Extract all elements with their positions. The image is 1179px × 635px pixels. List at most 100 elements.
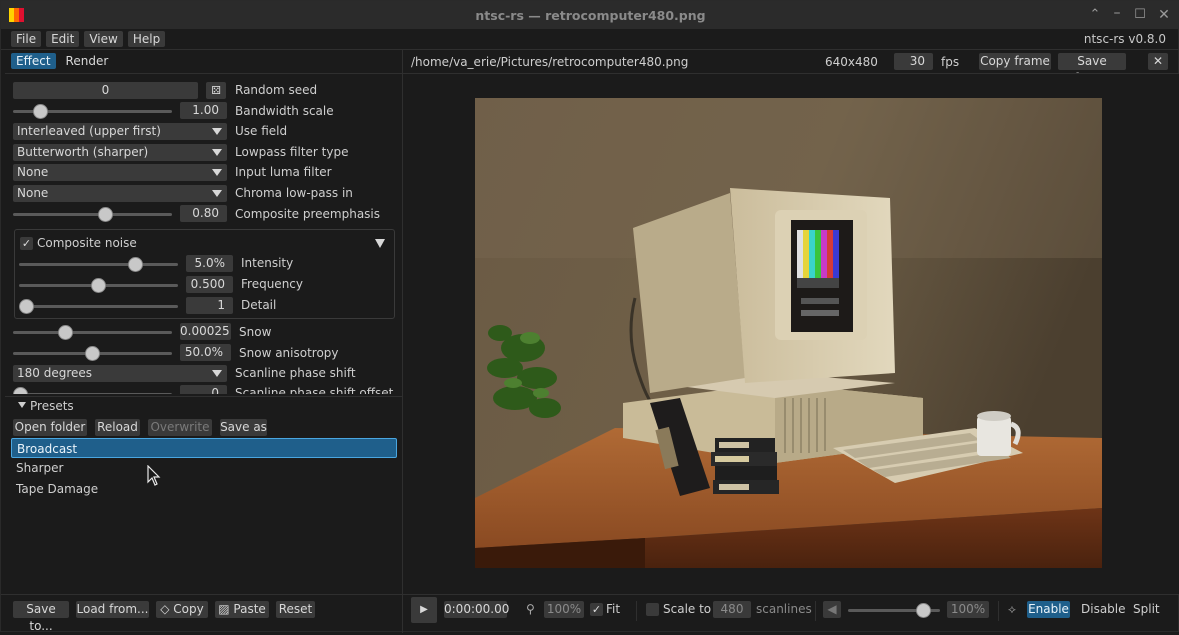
bandwidth-scale-label: Bandwidth scale bbox=[235, 104, 334, 118]
fps-input[interactable]: 30 bbox=[894, 53, 933, 70]
save-to-button[interactable]: Save to... bbox=[13, 601, 69, 633]
intensity-knob[interactable] bbox=[128, 257, 144, 272]
lowpass-filter-select[interactable]: Butterworth (sharper) bbox=[13, 144, 227, 161]
dropdown-arrow-icon bbox=[212, 128, 222, 135]
maximize-icon[interactable]: ☐ bbox=[1132, 6, 1148, 24]
image-resolution: 640x480 bbox=[825, 55, 878, 69]
fps-label: fps bbox=[941, 55, 960, 69]
mouse-cursor-icon bbox=[147, 465, 161, 486]
intensity-value[interactable]: 5.0% bbox=[186, 255, 233, 272]
use-field-select[interactable]: Interleaved (upper first) bbox=[13, 123, 227, 140]
detail-slider[interactable] bbox=[19, 305, 178, 308]
tab-render[interactable]: Render bbox=[61, 53, 114, 69]
scanline-offset-knob[interactable] bbox=[13, 387, 28, 394]
volume-knob[interactable] bbox=[915, 603, 931, 618]
menu-edit[interactable]: Edit bbox=[46, 31, 80, 47]
menu-file[interactable]: File bbox=[11, 31, 42, 47]
composite-preemphasis-knob[interactable] bbox=[97, 207, 113, 222]
preview-image[interactable] bbox=[475, 98, 1102, 568]
dropdown-arrow-icon bbox=[212, 149, 222, 156]
detail-knob[interactable] bbox=[19, 299, 34, 314]
snow-slider[interactable] bbox=[13, 331, 172, 334]
scanline-phase-shift-select[interactable]: 180 degrees bbox=[13, 365, 227, 382]
paste-button[interactable]: ▨ Paste bbox=[215, 601, 269, 618]
composite-preemphasis-slider[interactable] bbox=[13, 213, 172, 216]
presets-divider bbox=[5, 396, 402, 397]
separator bbox=[815, 601, 816, 621]
preset-item-broadcast[interactable]: Broadcast bbox=[11, 438, 397, 458]
presets-expand-icon[interactable] bbox=[18, 402, 26, 408]
collapse-triangle-icon[interactable] bbox=[375, 239, 385, 248]
separator bbox=[636, 601, 637, 621]
dice-icon[interactable]: ⚄ bbox=[206, 82, 226, 99]
title-bar: ntsc-rs — retrocomputer480.png ⌃ – ☐ ✕ bbox=[1, 1, 1179, 29]
chroma-lowpass-value: None bbox=[17, 186, 49, 200]
snow-anisotropy-knob[interactable] bbox=[85, 346, 100, 361]
minimize-up-icon[interactable]: ⌃ bbox=[1087, 6, 1103, 24]
reset-button[interactable]: Reset bbox=[276, 601, 315, 618]
scanline-offset-label: Scanline phase shift offset bbox=[235, 386, 394, 394]
composite-preemphasis-value[interactable]: 0.80 bbox=[180, 205, 227, 222]
composite-noise-label: Composite noise bbox=[37, 236, 137, 250]
scanline-offset-slider[interactable] bbox=[13, 393, 172, 394]
input-luma-filter-select[interactable]: None bbox=[13, 164, 227, 181]
save-as-button[interactable]: Save as bbox=[220, 419, 267, 436]
chroma-lowpass-select[interactable]: None bbox=[13, 185, 227, 202]
panel-tabs: Effect Render bbox=[11, 53, 118, 69]
overwrite-button[interactable]: Overwrite bbox=[148, 419, 212, 436]
reload-button[interactable]: Reload bbox=[95, 419, 140, 436]
use-field-value: Interleaved (upper first) bbox=[17, 124, 161, 138]
tab-effect[interactable]: Effect bbox=[11, 53, 56, 69]
scanline-offset-value[interactable]: 0 bbox=[180, 385, 227, 394]
snow-anisotropy-label: Snow anisotropy bbox=[239, 346, 339, 360]
play-icon[interactable]: ▶ bbox=[411, 597, 437, 623]
timecode-field[interactable]: 0:00:00.00 bbox=[444, 601, 509, 618]
snow-value[interactable]: 0.00025 bbox=[180, 323, 231, 340]
frequency-knob[interactable] bbox=[91, 278, 106, 293]
random-seed-input[interactable]: 0 bbox=[13, 82, 198, 99]
volume-value[interactable]: 100% bbox=[947, 601, 989, 618]
dropdown-arrow-icon bbox=[212, 190, 222, 197]
load-from-button[interactable]: Load from... bbox=[76, 601, 149, 618]
image-info-bar: /home/va_erie/Pictures/retrocomputer480.… bbox=[403, 51, 1179, 85]
effect-toggle-icon: ⟡ bbox=[1008, 602, 1016, 616]
menu-help[interactable]: Help bbox=[127, 31, 166, 47]
detail-value[interactable]: 1 bbox=[186, 297, 233, 314]
bandwidth-scale-knob[interactable] bbox=[33, 104, 49, 119]
intensity-slider[interactable] bbox=[19, 263, 178, 266]
menu-divider bbox=[1, 49, 1179, 50]
minimize-icon[interactable]: – bbox=[1109, 4, 1125, 22]
close-icon[interactable]: ✕ bbox=[1156, 6, 1172, 24]
use-field-label: Use field bbox=[235, 124, 288, 138]
lowpass-filter-value: Butterworth (sharper) bbox=[17, 145, 149, 159]
menu-view[interactable]: View bbox=[84, 31, 123, 47]
fit-checkbox[interactable]: ✓ bbox=[590, 603, 603, 616]
preset-item-tape-damage[interactable]: Tape Damage bbox=[11, 479, 397, 499]
zoom-value[interactable]: 100% bbox=[544, 601, 584, 618]
copy-icon: ◇ bbox=[160, 602, 170, 616]
close-image-icon[interactable]: ✕ bbox=[1148, 53, 1168, 70]
disable-button[interactable]: Disable bbox=[1081, 602, 1126, 616]
snow-knob[interactable] bbox=[57, 325, 73, 340]
scale-value[interactable]: 480 bbox=[713, 601, 751, 618]
save-frame-button[interactable]: Save frame bbox=[1058, 53, 1126, 85]
enable-button[interactable]: Enable bbox=[1027, 601, 1070, 618]
open-folder-button[interactable]: Open folder bbox=[13, 419, 87, 436]
bottom-panel-divider bbox=[402, 595, 403, 633]
scale-to-checkbox[interactable] bbox=[646, 603, 659, 616]
bottom-bar: Save to... Load from... ◇ Copy ▨ Paste R… bbox=[1, 595, 1179, 633]
volume-icon[interactable]: ◀ bbox=[823, 601, 841, 618]
fit-label: Fit bbox=[606, 602, 621, 616]
snow-anisotropy-value[interactable]: 50.0% bbox=[180, 344, 231, 361]
composite-noise-checkbox[interactable]: ✓ bbox=[20, 237, 33, 250]
input-luma-filter-label: Input luma filter bbox=[235, 165, 332, 179]
frequency-value[interactable]: 0.500 bbox=[186, 276, 233, 293]
scanline-phase-shift-value: 180 degrees bbox=[17, 366, 93, 380]
presets-header[interactable]: Presets bbox=[30, 399, 74, 413]
split-button[interactable]: Split bbox=[1133, 602, 1160, 616]
window-title: ntsc-rs — retrocomputer480.png bbox=[475, 8, 706, 23]
bandwidth-scale-value[interactable]: 1.00 bbox=[180, 102, 227, 119]
copy-button[interactable]: ◇ Copy bbox=[156, 601, 208, 618]
copy-frame-button[interactable]: Copy frame bbox=[979, 53, 1051, 70]
preset-item-sharper[interactable]: Sharper bbox=[11, 458, 397, 478]
